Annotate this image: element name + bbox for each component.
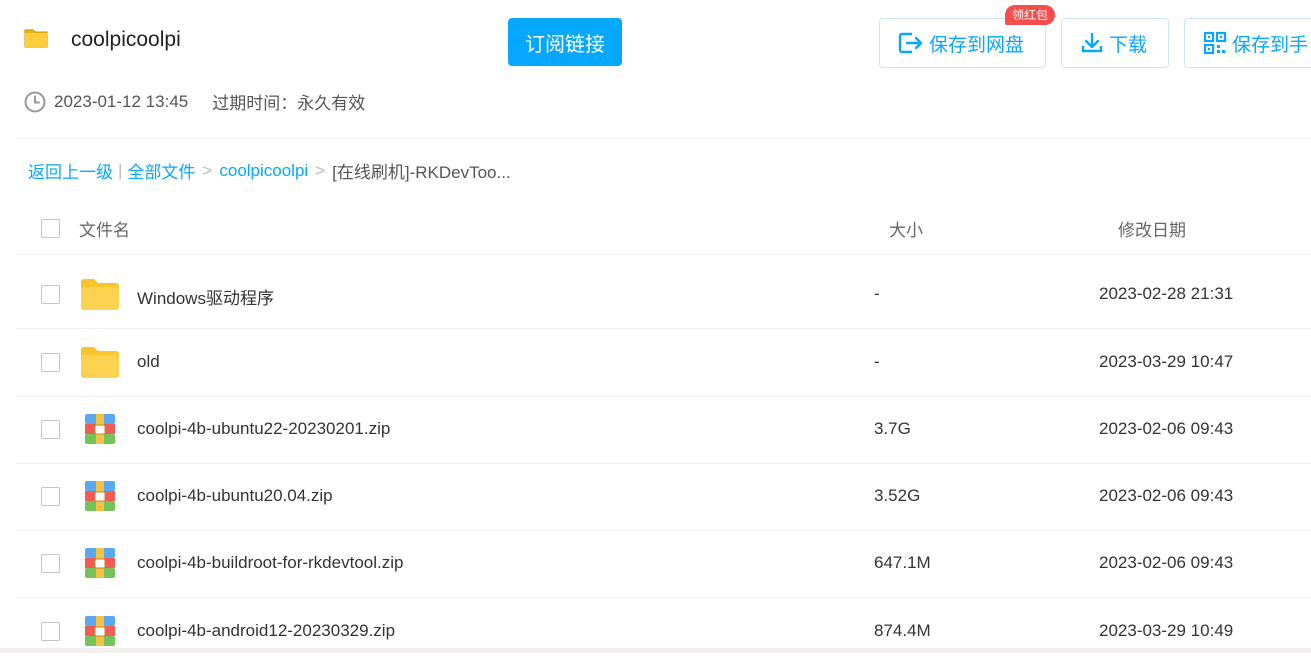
file-date: 2023-02-06 09:43 bbox=[1099, 486, 1234, 505]
file-size: 874.4M bbox=[874, 621, 931, 640]
save-to-phone-label: 保存到手 bbox=[1232, 34, 1309, 56]
breadcrumb-pipe: | bbox=[118, 160, 123, 180]
share-title: coolpicoolpi bbox=[71, 28, 181, 51]
row-checkbox[interactable] bbox=[41, 554, 60, 573]
download-icon bbox=[1081, 32, 1103, 53]
clock-icon bbox=[24, 91, 46, 112]
file-size: 3.7G bbox=[874, 419, 911, 438]
row-checkbox[interactable] bbox=[41, 487, 60, 506]
file-name[interactable]: old bbox=[137, 352, 160, 372]
save-export-icon bbox=[898, 32, 923, 54]
divider bbox=[16, 254, 1311, 255]
file-size: 3.52G bbox=[874, 486, 921, 505]
save-to-pan-button[interactable]: 保存到网盘 bbox=[879, 18, 1046, 68]
back-link[interactable]: 返回上一级 bbox=[28, 158, 113, 183]
row-checkbox[interactable] bbox=[41, 420, 60, 439]
file-name[interactable]: Windows驱动程序 bbox=[137, 284, 274, 309]
file-row[interactable]: Windows驱动程序 - 2023-02-28 21:31 bbox=[16, 261, 1311, 329]
save-to-phone-button[interactable]: 保存到手 bbox=[1184, 18, 1311, 68]
file-name[interactable]: coolpi-4b-ubuntu20.04.zip bbox=[137, 486, 333, 506]
folder-icon bbox=[24, 29, 48, 48]
breadcrumb-separator: > bbox=[202, 160, 213, 180]
file-row[interactable]: coolpi-4b-android12-20230329.zip 874.4M … bbox=[16, 598, 1311, 665]
expire-text: 过期时间：永久有效 bbox=[212, 94, 366, 113]
file-date: 2023-02-06 09:43 bbox=[1099, 419, 1234, 438]
row-checkbox[interactable] bbox=[41, 622, 60, 641]
file-date: 2023-02-28 21:31 bbox=[1099, 284, 1234, 303]
zip-icon bbox=[85, 616, 115, 646]
file-name[interactable]: coolpi-4b-buildroot-for-rkdevtool.zip bbox=[137, 553, 403, 573]
file-row[interactable]: coolpi-4b-buildroot-for-rkdevtool.zip 64… bbox=[16, 530, 1311, 598]
download-label: 下载 bbox=[1109, 34, 1148, 56]
background-strip bbox=[0, 648, 1311, 653]
breadcrumb-separator: > bbox=[315, 160, 326, 180]
column-size[interactable]: 大小 bbox=[889, 216, 923, 241]
share-meta: 2023-01-12 13:45 过期时间：永久有效 bbox=[24, 89, 365, 114]
download-button[interactable]: 下载 bbox=[1061, 18, 1169, 68]
file-size: - bbox=[874, 352, 880, 371]
current-folder: [在线刷机]-RKDevToo... bbox=[332, 163, 511, 182]
file-list-header: 文件名 大小 修改日期 bbox=[0, 200, 1311, 254]
folder-icon bbox=[81, 347, 119, 378]
row-checkbox[interactable] bbox=[41, 353, 60, 372]
file-date: 2023-02-06 09:43 bbox=[1099, 553, 1234, 572]
zip-icon bbox=[85, 414, 115, 444]
folder-link[interactable]: coolpicoolpi bbox=[219, 161, 308, 181]
file-name[interactable]: coolpi-4b-ubuntu22-20230201.zip bbox=[137, 419, 390, 439]
file-row[interactable]: coolpi-4b-ubuntu20.04.zip 3.52G 2023-02-… bbox=[16, 463, 1311, 531]
file-size: - bbox=[874, 284, 880, 303]
column-date[interactable]: 修改日期 bbox=[1118, 216, 1186, 241]
row-checkbox[interactable] bbox=[41, 285, 60, 304]
column-name[interactable]: 文件名 bbox=[79, 216, 130, 241]
file-name[interactable]: coolpi-4b-android12-20230329.zip bbox=[137, 621, 395, 641]
folder-icon bbox=[81, 279, 119, 310]
zip-icon bbox=[85, 481, 115, 511]
zip-icon bbox=[85, 548, 115, 578]
save-to-pan-label: 保存到网盘 bbox=[929, 34, 1025, 56]
file-date: 2023-03-29 10:49 bbox=[1099, 621, 1234, 640]
red-packet-badge[interactable]: 领红包 bbox=[1005, 5, 1056, 25]
file-size: 647.1M bbox=[874, 553, 931, 572]
subscribe-link-button[interactable]: 订阅链接 bbox=[508, 18, 622, 66]
qrcode-icon bbox=[1203, 31, 1227, 55]
file-row[interactable]: old - 2023-03-29 10:47 bbox=[16, 329, 1311, 397]
select-all-checkbox[interactable] bbox=[41, 219, 60, 238]
file-row[interactable]: coolpi-4b-ubuntu22-20230201.zip 3.7G 202… bbox=[16, 396, 1311, 464]
breadcrumb: 返回上一级 | 全部文件 > coolpicoolpi > [在线刷机]-RKD… bbox=[28, 158, 511, 183]
all-files-link[interactable]: 全部文件 bbox=[127, 158, 195, 183]
divider bbox=[16, 138, 1311, 139]
file-date: 2023-03-29 10:47 bbox=[1099, 352, 1234, 371]
share-timestamp: 2023-01-12 13:45 bbox=[54, 91, 189, 111]
